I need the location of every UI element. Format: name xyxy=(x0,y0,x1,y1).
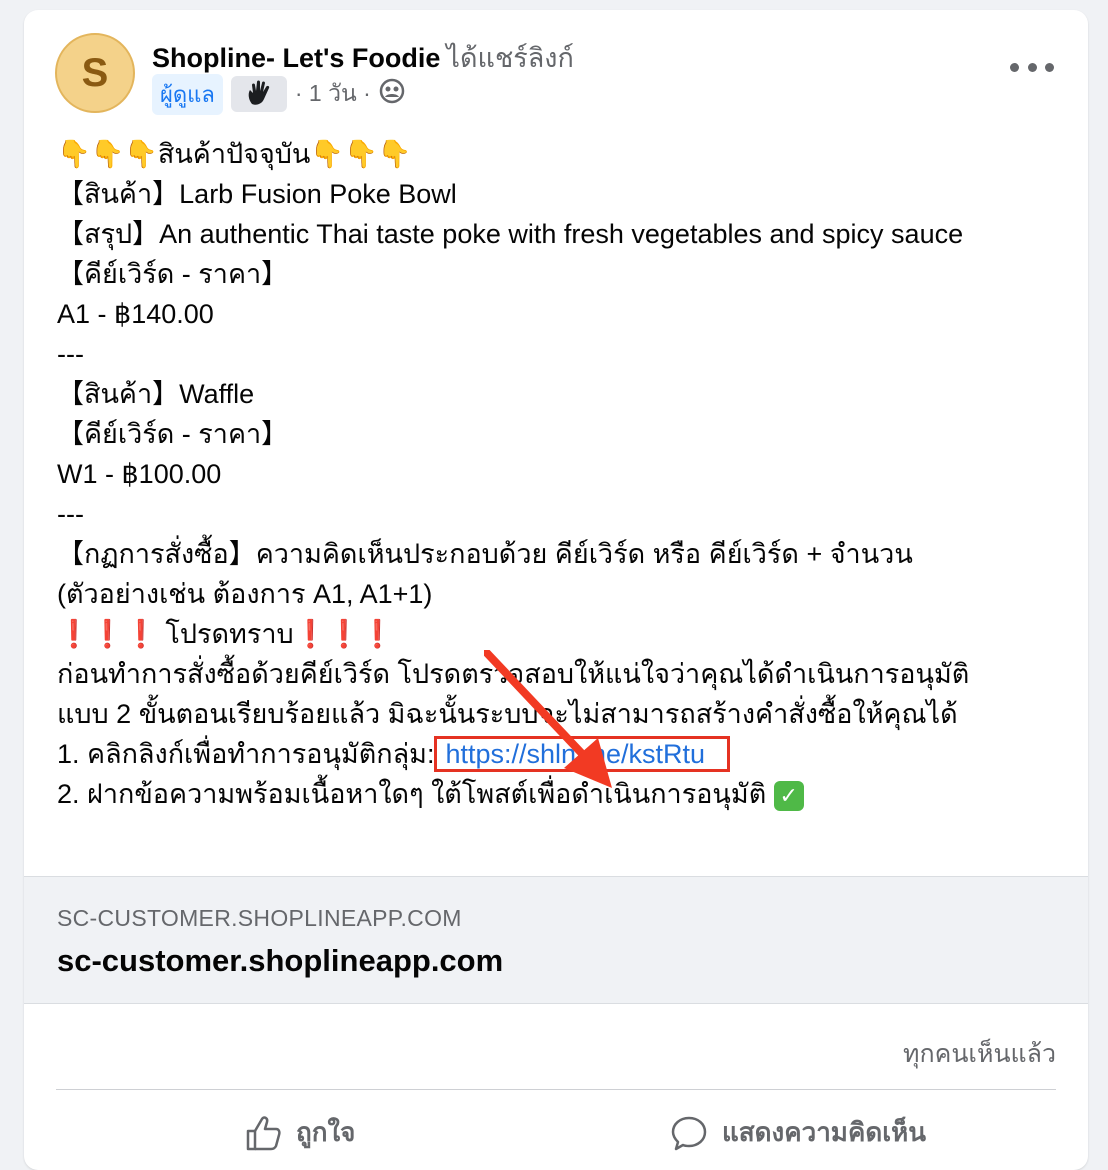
annotation-arrow-icon xyxy=(484,650,612,788)
hand-icon xyxy=(230,76,287,112)
seen-by-everyone[interactable]: ทุกคนเห็นแล้ว xyxy=(903,1034,1056,1074)
like-label: ถูกใจ xyxy=(296,1117,356,1147)
divider xyxy=(56,1089,1056,1090)
post-header: Shopline- Let's Foodie ได้แชร์ลิงก์ xyxy=(152,36,574,79)
more-options-icon[interactable] xyxy=(1010,52,1054,82)
post-time[interactable]: · 1 วัน · xyxy=(295,76,371,112)
body-line: --- xyxy=(57,339,84,369)
link-preview[interactable]: SC-CUSTOMER.SHOPLINEAPP.COM sc-customer.… xyxy=(24,876,1088,1004)
group-icon xyxy=(379,78,405,110)
post-card: S Shopline- Let's Foodie ได้แชร์ลิงก์ ผู้… xyxy=(24,10,1088,1170)
post-meta: ผู้ดูแล · 1 วัน · xyxy=(152,73,405,115)
like-button[interactable]: ถูกใจ xyxy=(244,1112,355,1153)
page-avatar[interactable]: S xyxy=(55,33,135,113)
page-name-link[interactable]: Shopline- Let's Foodie xyxy=(152,43,440,73)
body-line: W1 - ฿100.00 xyxy=(57,459,222,489)
body-line: A1 - ฿140.00 xyxy=(57,299,214,329)
shared-link-text: ได้แชร์ลิงก์ xyxy=(446,43,574,73)
body-line: 【กฏการสั่งซื้อ】ความคิดเห็นประกอบด้วย คีย… xyxy=(57,539,913,569)
comment-button[interactable]: แสดงความคิดเห็น xyxy=(670,1112,926,1153)
body-line-current-products: 👇👇👇สินค้าปัจจุบัน👇👇👇 xyxy=(57,139,412,169)
thumbs-up-icon xyxy=(246,1115,281,1150)
body-line: 【สินค้า】Waffle xyxy=(57,379,255,409)
body-line: 【คีย์เวิร์ด - ราคา】 xyxy=(57,419,289,449)
body-line: --- xyxy=(57,499,84,529)
preview-domain: SC-CUSTOMER.SHOPLINEAPP.COM xyxy=(57,905,462,931)
body-line: 【คีย์เวิร์ด - ราคา】 xyxy=(57,259,289,289)
comment-icon xyxy=(671,1116,707,1150)
body-line: 【สรุป】An authentic Thai taste poke with … xyxy=(57,219,964,249)
body-line-notice: ❗❗❗ โปรดทราบ❗❗❗ xyxy=(57,619,395,649)
check-mark-icon: ✓ xyxy=(773,780,804,811)
admin-badge: ผู้ดูแล xyxy=(152,73,223,115)
body-line: 【สินค้า】Larb Fusion Poke Bowl xyxy=(57,179,457,209)
preview-title[interactable]: sc-customer.shoplineapp.com xyxy=(57,943,503,979)
body-line: (ตัวอย่างเช่น ต้องการ A1, A1+1) xyxy=(57,579,433,609)
comment-label: แสดงความคิดเห็น xyxy=(722,1117,927,1147)
